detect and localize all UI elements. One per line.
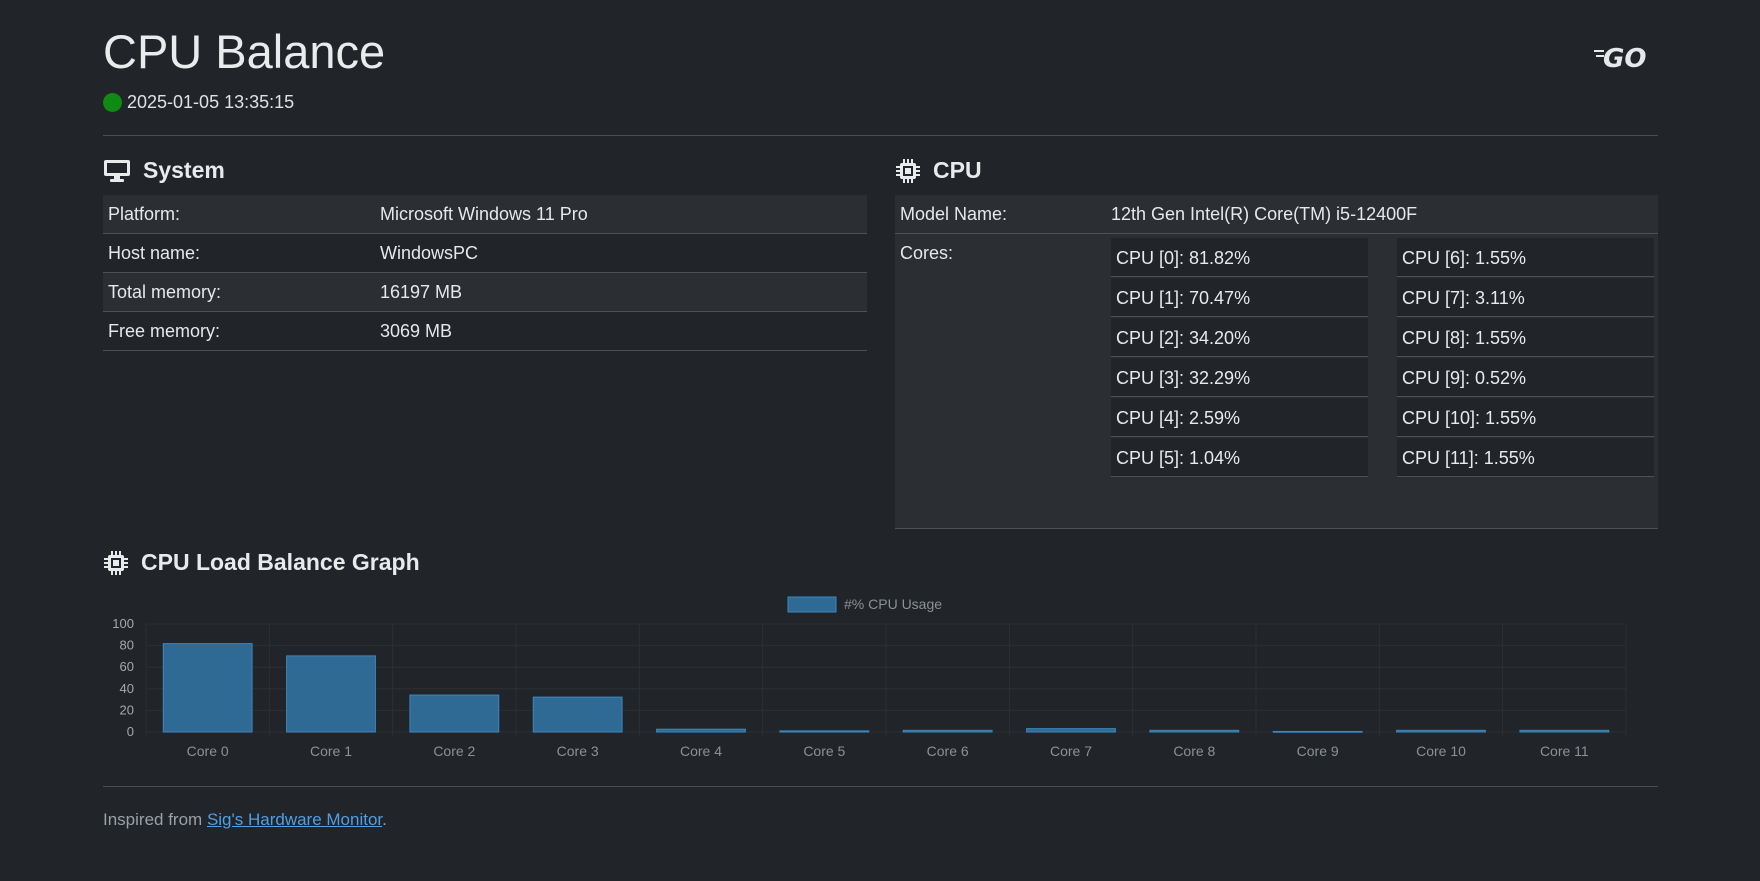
- y-tick-label: 60: [120, 659, 134, 674]
- chart-bar: [532, 696, 623, 733]
- core-cell: CPU [11]: 1.55%: [1397, 438, 1654, 477]
- y-tick-label: 40: [120, 681, 134, 696]
- x-tick-label: Core 2: [433, 743, 475, 759]
- chart-bar: [162, 643, 253, 733]
- chart-bar: [779, 730, 870, 733]
- core-cell: CPU [7]: 3.11%: [1397, 278, 1654, 317]
- core-cell: CPU [9]: 0.52%: [1397, 358, 1654, 397]
- chart-bar: [409, 694, 500, 733]
- chip-icon: [896, 158, 920, 183]
- graph-section-title: CPU Load Balance Graph: [103, 549, 420, 576]
- page-title: CPU Balance: [103, 25, 386, 78]
- core-cell: CPU [1]: 70.47%: [1111, 278, 1368, 317]
- go-logo: GO: [1594, 44, 1646, 72]
- chart-bar: [1149, 729, 1240, 733]
- x-tick-label: Core 4: [680, 743, 722, 759]
- x-tick-label: Core 10: [1416, 743, 1466, 759]
- system-table: Platform: Microsoft Windows 11 Pro Host …: [103, 195, 867, 351]
- footer: Inspired from Sig's Hardware Monitor.: [103, 810, 387, 830]
- y-tick-label: 100: [112, 616, 134, 631]
- core-cell: CPU [2]: 34.20%: [1111, 318, 1368, 357]
- row-value: WindowsPC: [375, 233, 867, 273]
- chart-bar: [286, 655, 376, 733]
- core-cell: CPU [3]: 32.29%: [1111, 358, 1368, 397]
- core-cell: CPU [4]: 2.59%: [1111, 398, 1368, 437]
- hardware-monitor-link[interactable]: Sig's Hardware Monitor: [207, 810, 382, 829]
- core-cell: CPU [10]: 1.55%: [1397, 398, 1654, 437]
- x-tick-label: Core 1: [310, 743, 352, 759]
- footer-prefix: Inspired from: [103, 810, 207, 829]
- x-tick-label: Core 11: [1540, 743, 1589, 759]
- chart-bar: [1026, 728, 1116, 733]
- x-tick-label: Core 7: [1050, 743, 1092, 759]
- chip-icon: [104, 550, 128, 575]
- x-tick-label: Core 6: [927, 743, 969, 759]
- table-row: Host name: WindowsPC: [103, 233, 867, 273]
- model-value: 12th Gen Intel(R) Core(TM) i5-12400F: [1111, 204, 1418, 224]
- cores-column-right: CPU [6]: 1.55% CPU [7]: 3.11% CPU [8]: 1…: [1397, 238, 1654, 478]
- cpu-section-title: CPU: [895, 157, 982, 184]
- row-value: 16197 MB: [375, 272, 867, 312]
- cores-label: Cores:: [900, 243, 954, 263]
- row-value: 3069 MB: [375, 311, 867, 351]
- table-row: Free memory: 3069 MB: [103, 311, 867, 351]
- status-dot: [103, 93, 122, 112]
- row-key: Host name:: [103, 233, 375, 273]
- x-tick-label: Core 3: [557, 743, 599, 759]
- row-key: Platform:: [103, 195, 375, 234]
- system-section-title: System: [103, 157, 225, 184]
- y-tick-label: 80: [120, 638, 134, 653]
- footer-divider: [103, 786, 1658, 787]
- core-cell: CPU [6]: 1.55%: [1397, 238, 1654, 277]
- status-line: 2025-01-05 13:35:15: [103, 92, 294, 113]
- x-tick-label: Core 8: [1173, 743, 1215, 759]
- monitor-icon: [104, 159, 130, 182]
- y-tick-label: 0: [127, 724, 134, 739]
- x-tick-label: Core 9: [1297, 743, 1339, 759]
- svg-text:GO: GO: [1603, 44, 1646, 72]
- core-cell: CPU [8]: 1.55%: [1397, 318, 1654, 357]
- core-cell: CPU [0]: 81.82%: [1111, 238, 1368, 277]
- footer-suffix: .: [382, 810, 387, 829]
- table-row: Total memory: 16197 MB: [103, 272, 867, 312]
- chart-bar: [1396, 729, 1486, 733]
- cores-column-left: CPU [0]: 81.82% CPU [1]: 70.47% CPU [2]:…: [1111, 238, 1368, 478]
- legend-swatch: [787, 596, 837, 613]
- legend-label: #% CPU Usage: [844, 596, 942, 612]
- chart-bar: [902, 729, 993, 733]
- timestamp: 2025-01-05 13:35:15: [127, 92, 295, 112]
- cpu-title-text: CPU: [933, 157, 982, 183]
- row-key: Free memory:: [103, 311, 375, 351]
- chart-bar: [656, 728, 746, 733]
- row-value: Microsoft Windows 11 Pro: [375, 195, 867, 234]
- model-label: Model Name:: [900, 204, 1008, 224]
- chart-bar: [1519, 729, 1610, 733]
- table-row: Platform: Microsoft Windows 11 Pro: [103, 195, 867, 234]
- cpu-load-chart: 0 20 40 60 80 100 Core 0 Core 1 Core 2 Core 3 Core…: [112, 596, 1627, 759]
- system-title-text: System: [143, 157, 225, 183]
- model-row: Model Name: 12th Gen Intel(R) Core(TM) i…: [895, 195, 1658, 234]
- x-tick-label: Core 0: [187, 743, 229, 759]
- row-key: Total memory:: [103, 272, 375, 312]
- core-cell: CPU [5]: 1.04%: [1111, 438, 1368, 477]
- x-tick-label: Core 5: [803, 743, 845, 759]
- header-divider: [103, 135, 1658, 136]
- graph-title-text: CPU Load Balance Graph: [141, 549, 420, 575]
- chart-bar: [1272, 730, 1363, 733]
- cpu-table: Model Name: 12th Gen Intel(R) Core(TM) i…: [895, 195, 1658, 529]
- y-tick-label: 20: [120, 702, 134, 717]
